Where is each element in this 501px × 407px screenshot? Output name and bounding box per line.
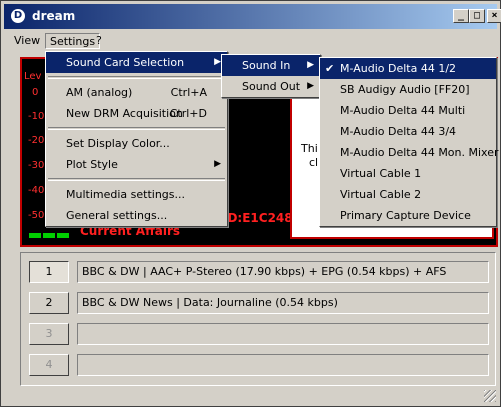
menu-item-sound-in[interactable]: Sound In ▶ (222, 55, 320, 76)
checkmark-icon: ✔ (325, 62, 335, 75)
station-info: BBC & DW News | Data: Journaline (0.54 k… (77, 292, 489, 314)
station-info (77, 323, 489, 345)
level-label: Lev (24, 71, 42, 82)
scale-label: -50 (28, 210, 45, 221)
station-button-1[interactable]: 1 (29, 261, 69, 283)
station-list: 1 BBC & DW | AAC+ P-Stereo (17.90 kbps) … (20, 252, 496, 386)
menu-item-general-settings[interactable]: General settings... (46, 205, 227, 226)
maximize-button[interactable]: □ (469, 9, 485, 23)
station-info (77, 354, 489, 376)
menu-item-multimedia-settings[interactable]: Multimedia settings... (46, 184, 227, 205)
scale-label: -10 (28, 111, 45, 122)
menu-item-sound-device[interactable]: M-Audio Delta 44 3/4 (320, 121, 496, 142)
title-bar[interactable]: D dream _ □ × (4, 4, 501, 29)
close-icon: × (491, 10, 498, 21)
menu-item-am-analog[interactable]: AM (analog) Ctrl+A (46, 82, 227, 103)
menu-help[interactable]: ? (92, 33, 106, 49)
menu-separator (48, 178, 225, 181)
close-button[interactable]: × (487, 9, 501, 23)
station-button-3[interactable]: 3 (29, 323, 69, 345)
sound-card-submenu: Sound In ▶ Sound Out ▶ (221, 54, 321, 98)
submenu-arrow-icon: ▶ (307, 60, 314, 70)
station-button-4[interactable]: 4 (29, 354, 69, 376)
minimize-button[interactable]: _ (453, 9, 469, 23)
menu-item-sound-device[interactable]: SB Audigy Audio [FF20] (320, 79, 496, 100)
scale-label: -40 (28, 185, 45, 196)
station-row: 1 BBC & DW | AAC+ P-Stereo (17.90 kbps) … (27, 259, 491, 285)
minimize-icon: _ (457, 10, 465, 21)
station-button-2[interactable]: 2 (29, 292, 69, 314)
meter-segment (57, 233, 69, 238)
menu-item-sound-out[interactable]: Sound Out ▶ (222, 76, 320, 97)
menu-item-sound-card-selection[interactable]: Sound Card Selection ▶ (46, 52, 227, 73)
meter-segment (43, 233, 55, 238)
app-window: D dream _ □ × View Settings ? Lev 0 -10 … (0, 0, 501, 407)
station-info: BBC & DW | AAC+ P-Stereo (17.90 kbps) + … (77, 261, 489, 283)
station-row: 3 (27, 321, 491, 347)
text-message-line: cl (309, 156, 319, 169)
menu-item-plot-style[interactable]: Plot Style ▶ (46, 154, 227, 175)
station-row: 4 (27, 352, 491, 378)
meter-segment (29, 233, 41, 238)
menu-bar: View Settings ? (4, 31, 497, 51)
scale-label: -30 (28, 160, 45, 171)
menu-item-sound-device[interactable]: Primary Capture Device (320, 205, 496, 226)
menu-item-set-display-color[interactable]: Set Display Color... (46, 133, 227, 154)
submenu-arrow-icon: ▶ (214, 57, 221, 67)
menu-item-sound-device[interactable]: Virtual Cable 1 (320, 163, 496, 184)
station-row: 2 BBC & DW News | Data: Journaline (0.54… (27, 290, 491, 316)
menu-item-sound-device[interactable]: ✔ M-Audio Delta 44 1/2 (320, 58, 496, 79)
sound-in-submenu: ✔ M-Audio Delta 44 1/2 SB Audigy Audio [F… (319, 57, 499, 227)
menu-item-new-drm-acquisition[interactable]: New DRM Acquisition Ctrl+D (46, 103, 227, 124)
menu-item-sound-device[interactable]: M-Audio Delta 44 Mon. Mixer (320, 142, 499, 163)
settings-menu: Sound Card Selection ▶ AM (analog) Ctrl+A … (45, 51, 228, 227)
menu-separator (48, 127, 225, 130)
text-message-line: Thi (301, 142, 318, 155)
menu-item-sound-device[interactable]: Virtual Cable 2 (320, 184, 496, 205)
scale-label: -20 (28, 135, 45, 146)
menu-view[interactable]: View (10, 33, 44, 49)
service-id: ID:E1C248 (223, 211, 293, 225)
resize-grip[interactable] (484, 390, 496, 402)
submenu-arrow-icon: ▶ (214, 159, 221, 169)
maximize-icon: □ (473, 10, 481, 21)
window-title: dream (32, 9, 76, 23)
menu-separator (48, 76, 225, 79)
menu-item-sound-device[interactable]: M-Audio Delta 44 Multi (320, 100, 496, 121)
submenu-arrow-icon: ▶ (307, 81, 314, 91)
scale-label: 0 (32, 87, 39, 98)
app-icon[interactable]: D (11, 9, 25, 23)
